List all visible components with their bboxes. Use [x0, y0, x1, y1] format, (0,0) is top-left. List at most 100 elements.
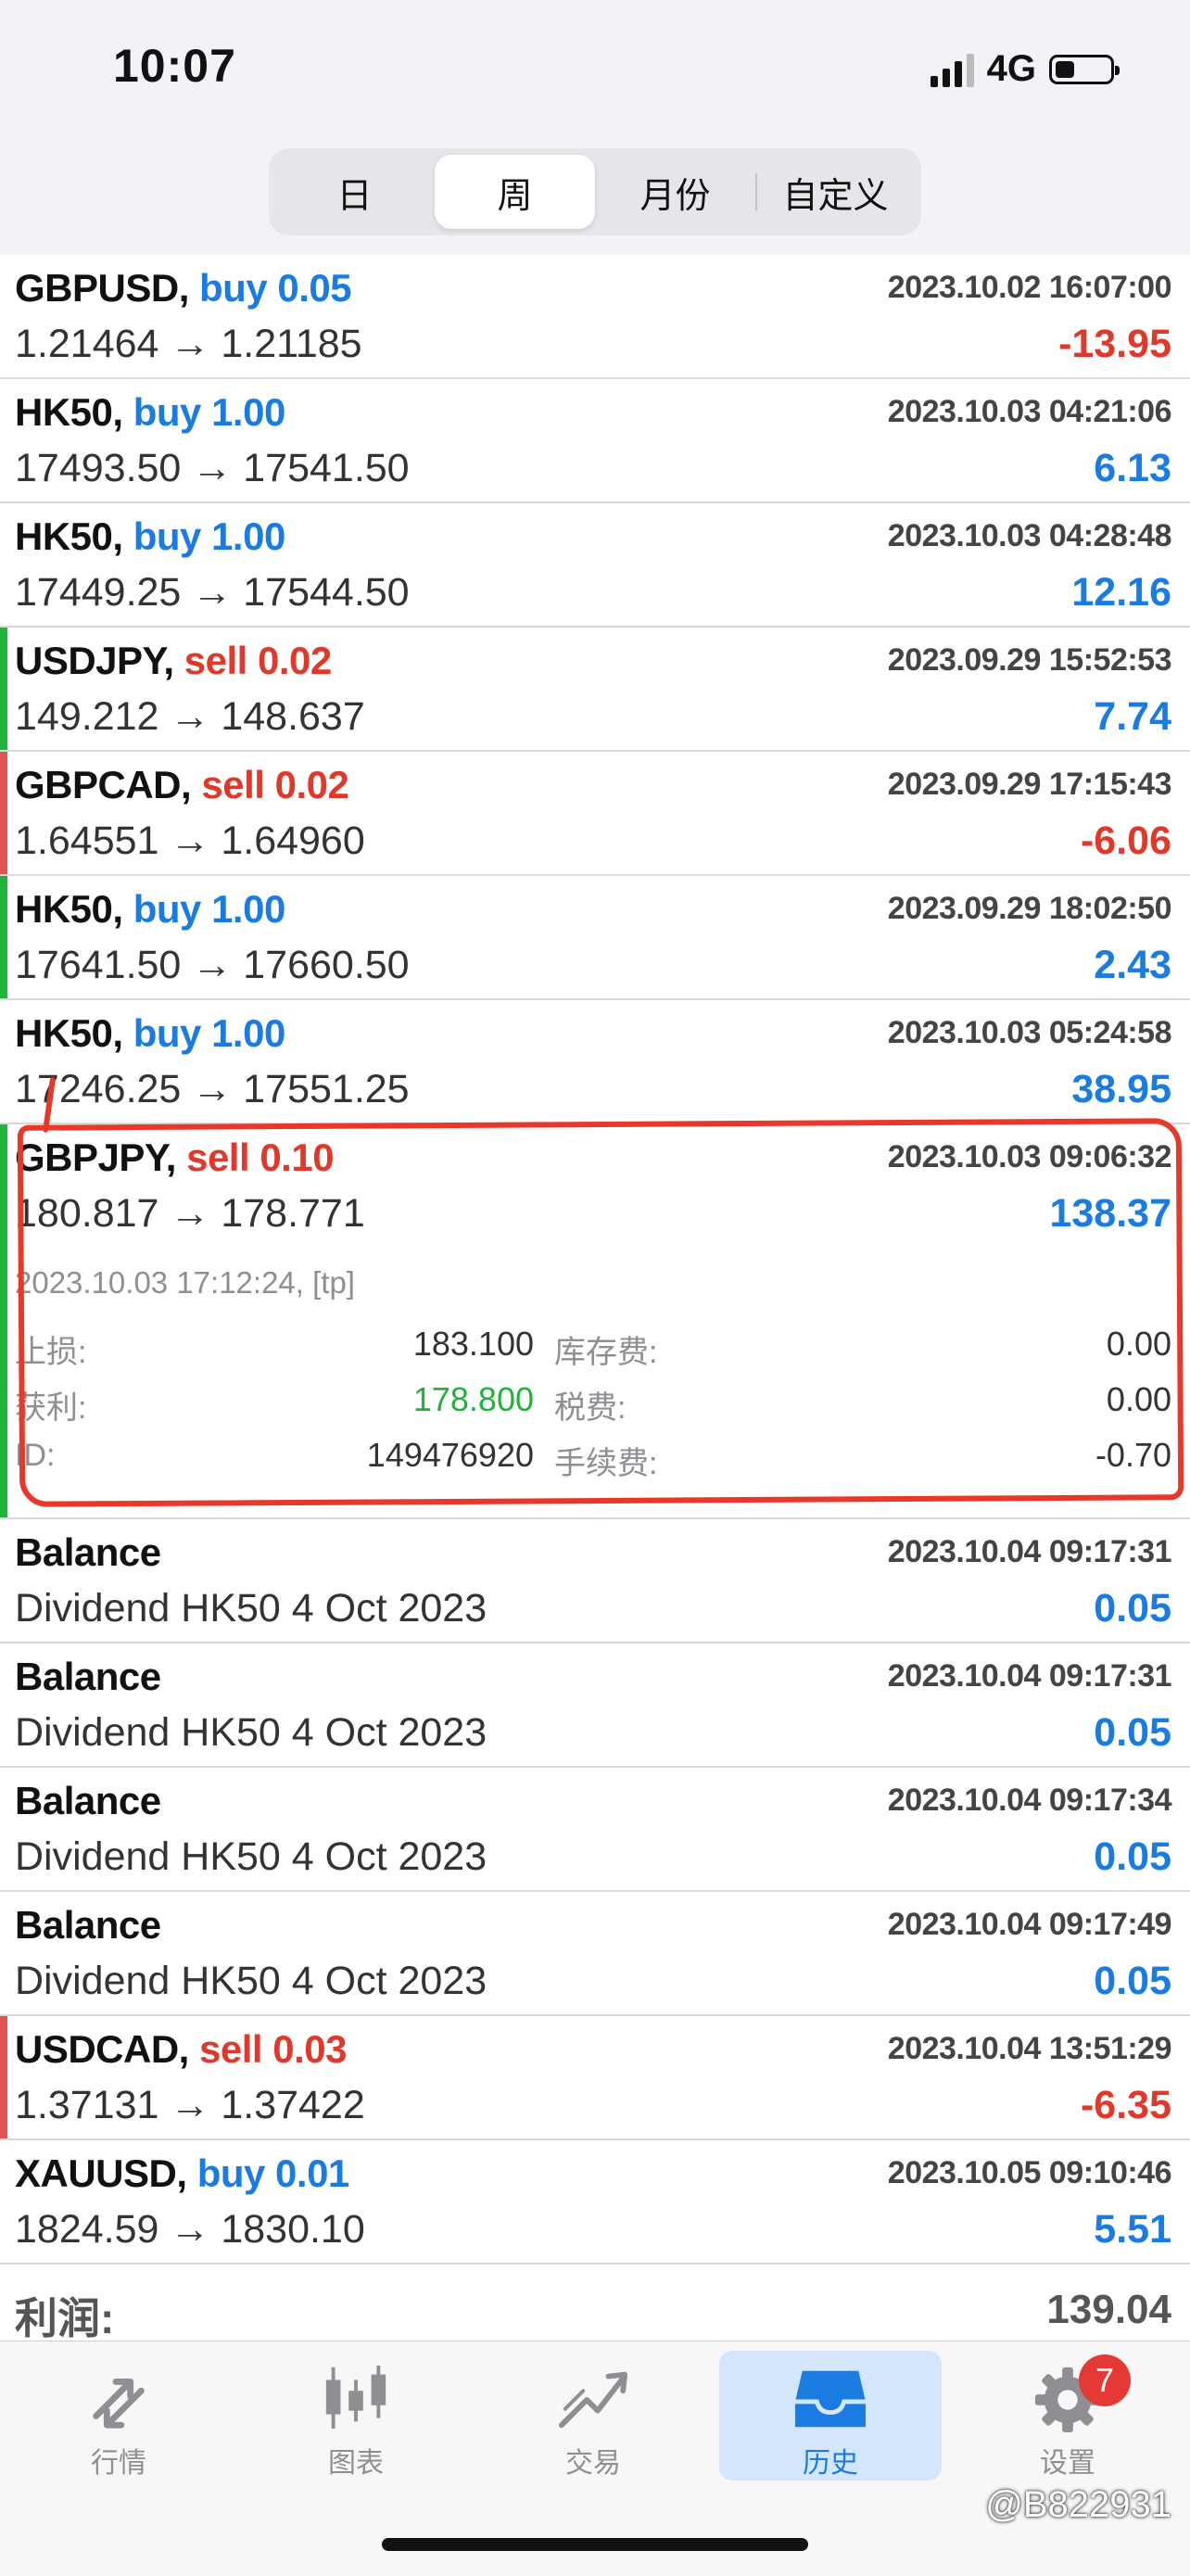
total-profit-label: 利润:	[15, 2294, 115, 2342]
trade-row[interactable]: USDJPY, sell 0.02 2023.09.29 15:52:53 149.…	[0, 628, 1190, 752]
status-time: 10:07	[113, 40, 236, 92]
trade-symbol: HK50, buy 1.00	[15, 514, 285, 559]
trade-row[interactable]: HK50, buy 1.00 2023.10.03 05:24:58 17246.2…	[0, 1000, 1190, 1124]
tab-label: 图表	[328, 2448, 384, 2479]
trade-trend-icon	[558, 2371, 628, 2429]
tab-label: 交易	[565, 2448, 621, 2479]
trade-profit: 0.05	[1094, 1710, 1171, 1755]
trade-price-range: Dividend HK50 4 Oct 2023	[15, 1959, 487, 2003]
commission-value: -0.70	[1095, 1436, 1171, 1474]
trade-row[interactable]: USDCAD, sell 0.03 2023.10.04 13:51:29 1.37…	[0, 2016, 1190, 2140]
order-id-label: ID:	[15, 1438, 56, 1473]
stop-loss-value: 183.100	[412, 1325, 534, 1363]
trade-symbol: HK50, buy 1.00	[15, 390, 285, 435]
tab-history[interactable]: 历史	[719, 2351, 942, 2481]
trade-open-time: 2023.10.03 04:28:48	[887, 518, 1172, 553]
history-list[interactable]: GBPUSD, buy 0.05 2023.10.02 16:07:00 1.214…	[0, 255, 1190, 2265]
trade-price-range: Dividend HK50 4 Oct 2023	[15, 1834, 487, 1879]
trade-row[interactable]: Balance 2023.10.04 09:17:34 Dividend HK50 …	[0, 1768, 1190, 1892]
symbol-name: Balance	[15, 1655, 161, 1698]
tab-settings[interactable]: 设置 7	[956, 2351, 1179, 2481]
take-profit-label: 获利:	[15, 1390, 87, 1426]
trade-open-time: 2023.09.29 15:52:53	[887, 642, 1172, 678]
tab-trade[interactable]: 交易	[482, 2351, 704, 2481]
trade-price-range: 17641.50 → 17660.50	[15, 943, 410, 987]
trade-profit: 2.43	[1094, 943, 1171, 987]
trade-profit: -13.95	[1058, 322, 1171, 366]
trade-price-range: 17246.25 → 17551.25	[15, 1067, 410, 1111]
trade-price-range: Dividend HK50 4 Oct 2023	[15, 1710, 487, 1755]
trade-profit: 0.05	[1094, 1586, 1171, 1631]
trade-symbol: GBPCAD, sell 0.02	[15, 763, 349, 807]
trade-open-time: 2023.09.29 18:02:50	[887, 891, 1172, 926]
trade-symbol: USDCAD, sell 0.03	[15, 2027, 347, 2072]
trade-symbol: USDJPY, sell 0.02	[15, 639, 332, 683]
trade-price-range: 1.21464 → 1.21185	[15, 322, 362, 366]
trade-row[interactable]: Balance 2023.10.04 09:17:31 Dividend HK50 …	[0, 1519, 1190, 1643]
trade-open-time: 2023.10.04 09:17:34	[887, 1783, 1172, 1818]
trade-type-indicator	[0, 628, 7, 750]
trade-profit: -6.06	[1080, 818, 1171, 863]
segment-day[interactable]: 日	[274, 155, 435, 229]
tab-quotes[interactable]: 行情	[7, 2351, 230, 2481]
home-indicator[interactable]	[382, 2538, 808, 2551]
trade-open-time: 2023.10.04 09:17:31	[887, 1658, 1172, 1694]
trade-profit: 12.16	[1071, 570, 1171, 615]
tab-chart[interactable]: 图表	[245, 2351, 467, 2481]
symbol-name: USDCAD,	[15, 2027, 189, 2071]
segment-label: 周	[497, 176, 533, 216]
trade-row[interactable]: GBPUSD, buy 0.05 2023.10.02 16:07:00 1.214…	[0, 255, 1190, 379]
trade-side-volume: buy 1.00	[133, 514, 286, 558]
trade-side-volume: buy 1.00	[133, 390, 286, 434]
tab-label: 行情	[91, 2448, 146, 2479]
trade-row[interactable]: HK50, buy 1.00 2023.10.03 04:28:48 17449.2…	[0, 503, 1190, 628]
trade-row[interactable]: Balance 2023.10.04 09:17:49 Dividend HK50 …	[0, 1892, 1190, 2016]
trade-profit: 6.13	[1094, 446, 1171, 490]
commission-label: 手续费:	[554, 1446, 658, 1481]
status-indicators: 4G	[930, 48, 1120, 90]
segment-month[interactable]: 月份	[595, 155, 755, 229]
trade-row[interactable]: HK50, buy 1.00 2023.10.03 04:21:06 17493.5…	[0, 379, 1190, 503]
symbol-name: Balance	[15, 1779, 161, 1822]
trade-type-indicator	[0, 752, 7, 874]
trade-row[interactable]: XAUUSD, buy 0.01 2023.10.05 09:10:46 1824.…	[0, 2140, 1190, 2265]
total-profit-row: 利润: 139.04	[0, 2276, 1190, 2342]
trade-open-time: 2023.10.03 04:21:06	[887, 394, 1172, 429]
trade-row[interactable]: Balance 2023.10.04 09:17:31 Dividend HK50 …	[0, 1643, 1190, 1768]
trade-symbol: GBPJPY, sell 0.10	[15, 1136, 335, 1180]
segment-week[interactable]: 周	[435, 155, 595, 229]
trade-row[interactable]: GBPCAD, sell 0.02 2023.09.29 17:15:43 1.64…	[0, 752, 1190, 876]
trade-profit: 7.74	[1094, 694, 1171, 739]
trade-price-range: 1824.59 → 1830.10	[15, 2207, 365, 2252]
total-profit-value: 139.04	[1046, 2287, 1171, 2332]
trade-side-volume: buy 1.00	[133, 887, 286, 931]
trade-profit: 0.05	[1094, 1834, 1171, 1879]
trade-symbol: Balance	[15, 1903, 161, 1948]
take-profit-value: 178.800	[412, 1380, 534, 1418]
trade-row[interactable]: HK50, buy 1.00 2023.09.29 18:02:50 17641.5…	[0, 876, 1190, 1000]
trade-open-time: 2023.10.03 09:06:32	[887, 1139, 1172, 1174]
trade-open-time: 2023.10.04 09:17:31	[887, 1534, 1172, 1569]
watermark-text: @B822931	[985, 2484, 1171, 2525]
trade-symbol: Balance	[15, 1779, 161, 1823]
trade-profit: 138.37	[1049, 1191, 1171, 1236]
trade-price-range: 149.212 → 148.637	[15, 694, 365, 739]
trade-price-range: 17493.50 → 17541.50	[15, 446, 410, 490]
trade-row-expanded[interactable]: GBPJPY, sell 0.10 2023.10.03 09:06:32 180.…	[0, 1124, 1190, 1519]
trade-open-time: 2023.10.04 13:51:29	[887, 2031, 1172, 2066]
period-segmented-control: 日 周 月份 自定义	[269, 148, 921, 235]
symbol-name: GBPUSD,	[15, 266, 189, 310]
order-id-value: 149476920	[366, 1436, 534, 1474]
segment-custom[interactable]: 自定义	[755, 155, 916, 229]
trade-symbol: Balance	[15, 1530, 161, 1575]
tax-value: 0.00	[1106, 1380, 1171, 1418]
symbol-name: XAUUSD,	[15, 2151, 187, 2195]
trade-type-indicator	[0, 2016, 7, 2138]
trade-open-time: 2023.10.04 09:17:49	[887, 1907, 1172, 1942]
trade-symbol: GBPUSD, buy 0.05	[15, 266, 352, 311]
symbol-name: HK50,	[15, 390, 123, 434]
trade-type-indicator	[0, 1124, 7, 1517]
segment-label: 自定义	[782, 176, 889, 216]
battery-icon	[1049, 54, 1120, 84]
tax-label: 税费:	[554, 1390, 627, 1426]
